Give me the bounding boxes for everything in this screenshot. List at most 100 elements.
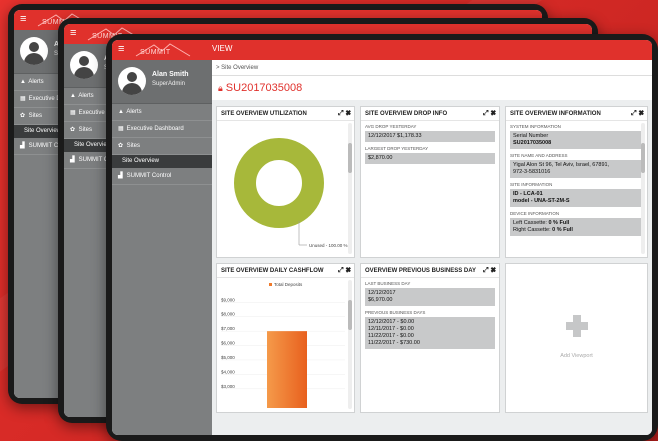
top-bar: ≡ SUMMIT VIEW [112, 40, 652, 60]
previous-business-days-label: PREVIOUS BUSINESS DAYS [365, 310, 426, 315]
nav-site-overview[interactable]: Site Overview [112, 155, 212, 168]
hamburger-icon[interactable]: ≡ [70, 28, 76, 39]
expand-close-icons[interactable]: ⤢ ✖ [483, 107, 496, 121]
legend-label: Total Deposits [274, 282, 303, 287]
panel-title: OVERVIEW PREVIOUS BUSINESS DAY ⤢ ✖ [361, 264, 499, 278]
site-id-line: ID - LCA-01 [513, 191, 543, 197]
nav-label: Alerts [28, 79, 44, 85]
panel-title: SITE OVERVIEW UTILIZATION ⤢ ✖ [217, 107, 354, 121]
panel-title-text: SITE OVERVIEW DROP INFO [365, 111, 448, 117]
nav-label: Sites [78, 127, 93, 133]
scrollbar[interactable] [348, 280, 352, 409]
legend-swatch [269, 283, 272, 286]
nav-label: Executive Dashboard [126, 126, 184, 132]
nav-executive-dashboard[interactable]: ▦ Executive Dashboard [112, 121, 212, 138]
serial-number-box: Serial Number SU2017035008 [510, 131, 643, 149]
bar-total-deposits [267, 331, 307, 408]
add-viewport-area: Add Viewport [506, 264, 647, 412]
expand-close-icons[interactable]: ⤢ ✖ [338, 107, 351, 121]
address-line: Yigal Alon St 96, Tel Aviv, Israel, 6789… [513, 162, 610, 168]
y-tick-label: $5,000 [221, 355, 235, 360]
avatar [20, 37, 48, 65]
panel-title: SITE OVERVIEW DROP INFO ⤢ ✖ [361, 107, 499, 121]
last-business-day-box: 12/12/2017 $6,970.00 [365, 288, 495, 306]
avg-drop-label: AVG DROP YESTERDAY [365, 124, 417, 129]
avatar [70, 51, 98, 79]
dashboard-icon: ▦ [20, 96, 26, 102]
nav-label: Executive D [28, 96, 61, 102]
expand-close-icons[interactable]: ⤢ ✖ [483, 264, 496, 278]
prev-day-line: 12/12/2017 - $0.00 [368, 319, 415, 325]
left-cassette-label: Left Cassette: [513, 220, 549, 226]
scrollbar[interactable] [348, 123, 352, 254]
prev-day-line: 11/22/2017 - $730.00 [368, 340, 420, 346]
hamburger-icon[interactable]: ≡ [20, 14, 26, 25]
panel-title-text: OVERVIEW PREVIOUS BUSINESS DAY [365, 268, 477, 274]
nav-summit-control[interactable]: ▟ SUMMIT Control [112, 168, 212, 185]
expand-close-icons[interactable]: ⤢ ✖ [631, 107, 644, 121]
nav-alerts[interactable]: ▲ Alerts [112, 104, 212, 121]
view-title: VIEW [212, 44, 233, 53]
y-tick-label: $9,000 [221, 297, 235, 302]
expand-close-icons[interactable]: ⤢ ✖ [338, 264, 351, 278]
breadcrumb[interactable]: > Site Overview [212, 60, 652, 76]
user-role: SuperAdmin [152, 81, 186, 87]
site-address-box: Yigal Alon St 96, Tel Aviv, Israel, 6789… [510, 160, 643, 178]
system-info-label: SYSTEM INFORMATION [510, 124, 561, 129]
sites-icon: ✿ [20, 113, 26, 119]
sites-icon: ✿ [70, 127, 76, 133]
warning-icon: ▲ [118, 109, 124, 115]
user-card: Alan Smith SuperAdmin [112, 60, 212, 104]
right-cassette-label: Right Cassette: [513, 227, 553, 233]
panel-previous-business-day: OVERVIEW PREVIOUS BUSINESS DAY ⤢ ✖ LAST B… [360, 263, 500, 413]
right-cassette-value: 0 % Full [552, 227, 573, 233]
warning-icon: ▲ [20, 79, 26, 85]
user-name: Alan Smith [152, 71, 189, 78]
panel-information: SITE OVERVIEW INFORMATION ⤢ ✖ SYSTEM INFO… [505, 106, 648, 258]
last-day-date: 12/12/2017 [368, 290, 396, 296]
prev-day-line: 11/22/2017 - $0.00 [368, 333, 414, 339]
nav: ▲ Alerts ▦ Executive Dashboard ✿ Sites S… [112, 104, 212, 185]
previous-business-days-box: 12/12/2017 - $0.00 12/11/2017 - $0.00 11… [365, 317, 495, 349]
device-info-label: DEVICE INFORMATION [510, 211, 560, 216]
sidebar: Alan Smith SuperAdmin ▲ Alerts ▦ Executi… [112, 60, 212, 435]
sites-icon: ✿ [118, 143, 124, 149]
prev-day-line: 12/11/2017 - $0.00 [368, 326, 414, 332]
last-business-day-label: LAST BUSINESS DAY [365, 281, 411, 286]
main-content: > Site Overview 🔒︎ SU2017035008 SITE OVER… [212, 60, 652, 435]
utilization-donut-chart: Unused - 100.00 % [234, 138, 348, 248]
tablet-front-screen: ≡ SUMMIT VIEW Alan Smith SuperAdmin ▲ Al… [112, 40, 652, 435]
control-icon: ▟ [70, 157, 75, 163]
donut-slice-unused [234, 138, 324, 228]
panel-drop-info: SITE OVERVIEW DROP INFO ⤢ ✖ AVG DROP YEST… [360, 106, 500, 258]
nav-label: SUMMIT Control [126, 173, 172, 179]
y-tick-label: $8,000 [221, 312, 235, 317]
nav-sites[interactable]: ✿ Sites [112, 138, 212, 155]
panel-title: SITE OVERVIEW DAILY CASHFLOW ⤢ ✖ [217, 264, 354, 278]
largest-drop-value: $2,870.00 [365, 153, 495, 164]
nav-label: Site Overview [122, 158, 160, 164]
y-tick-label: $6,000 [221, 341, 235, 346]
panel-daily-cashflow: SITE OVERVIEW DAILY CASHFLOW ⤢ ✖ Total De… [216, 263, 355, 413]
cashflow-bar-chart: Total Deposits $9,000 $8,000 $7,000 $6,000 $5… [221, 282, 345, 408]
nav-label: Sites [126, 143, 141, 149]
left-cassette-value: 0 % Full [548, 220, 570, 226]
avatar [118, 67, 146, 95]
hamburger-icon[interactable]: ≡ [118, 44, 124, 55]
site-info-box: ID - LCA-01 model - UNA-ST-2M-S [510, 189, 643, 207]
y-tick-label: $4,000 [221, 369, 235, 374]
panel-title-text: SITE OVERVIEW INFORMATION [510, 111, 601, 117]
y-tick-label: $3,000 [221, 384, 235, 389]
last-day-amount: $6,970.00 [368, 297, 393, 303]
nav-label: Sites [28, 113, 43, 119]
site-id: SU2017035008 [225, 82, 303, 94]
nav-label: Alerts [126, 109, 142, 115]
panel-title-text: SITE OVERVIEW UTILIZATION [221, 111, 307, 117]
warning-icon: ▲ [70, 93, 76, 99]
lock-icon: 🔒︎ [218, 83, 223, 93]
nav-label: SUMMIT Co [28, 143, 62, 149]
add-viewport-tile[interactable]: Add Viewport [505, 263, 648, 413]
scrollbar[interactable] [641, 123, 645, 254]
brand-label: SUMMIT [140, 49, 171, 56]
add-viewport-label: Add Viewport [560, 352, 593, 359]
